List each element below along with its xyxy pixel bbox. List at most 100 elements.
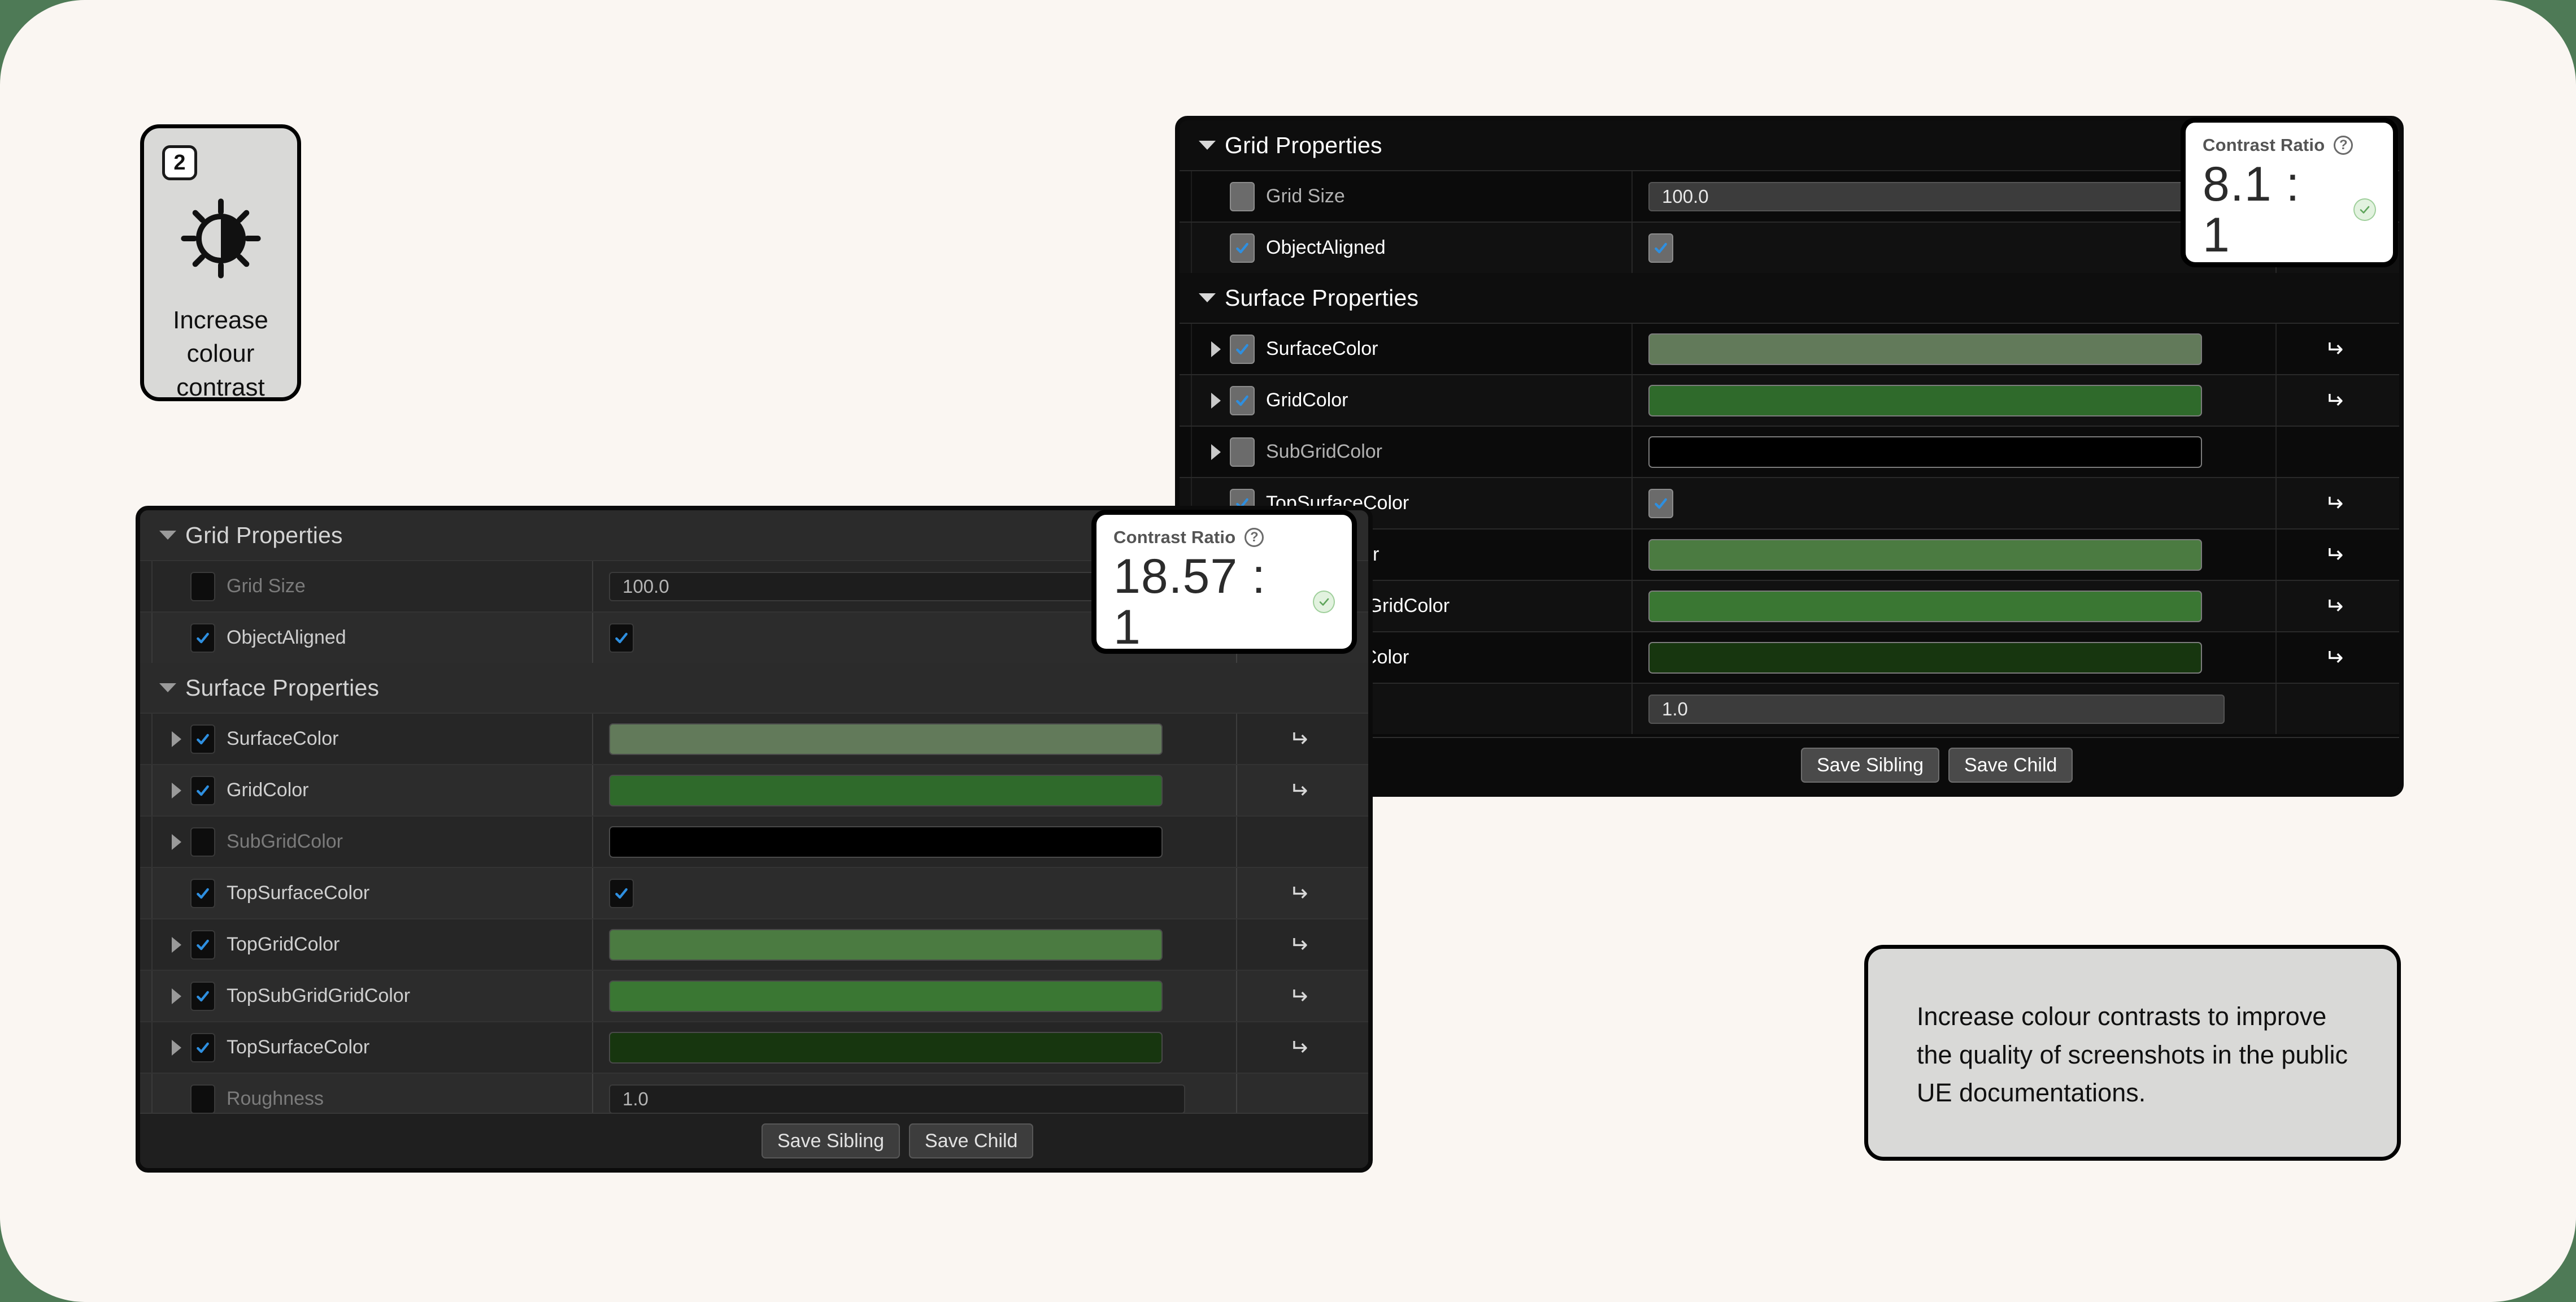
value-checkbox[interactable] xyxy=(1648,488,1673,518)
badge-value: 18.57 : 1 xyxy=(1113,549,1266,655)
expander-arrow-icon[interactable] xyxy=(1211,341,1221,357)
save-child-button[interactable]: Save Child xyxy=(909,1123,1034,1158)
category-header[interactable]: Surface Properties xyxy=(1180,273,2399,323)
property-enable-checkbox[interactable] xyxy=(1230,385,1255,415)
undo-arrow-icon[interactable]: ↵ xyxy=(1289,727,1308,752)
property-enable-checkbox[interactable] xyxy=(190,623,215,653)
category-header[interactable]: Surface Properties xyxy=(140,663,1368,713)
value-checkbox[interactable] xyxy=(609,878,634,908)
value-input[interactable]: 100.0 xyxy=(1648,181,2225,211)
color-swatch[interactable] xyxy=(609,980,1163,1012)
reset-cell[interactable]: ↵ xyxy=(1236,868,1360,918)
expander-arrow-icon[interactable] xyxy=(1211,444,1221,460)
property-enable-checkbox[interactable] xyxy=(190,571,215,601)
help-icon[interactable]: ? xyxy=(1245,528,1264,547)
color-swatch[interactable] xyxy=(609,928,1163,961)
reset-cell[interactable]: ↵ xyxy=(1236,971,1360,1021)
chevron-down-icon[interactable] xyxy=(1199,293,1216,302)
reset-cell[interactable] xyxy=(1236,817,1360,867)
table-row[interactable]: TopGridColor ↵ xyxy=(140,918,1368,970)
undo-arrow-icon[interactable]: ↵ xyxy=(1289,881,1308,906)
reset-cell[interactable]: ↵ xyxy=(2275,375,2391,426)
table-row[interactable]: TopSurfaceColor ↵ xyxy=(140,867,1368,918)
expander-arrow-icon[interactable] xyxy=(172,782,181,798)
reset-cell[interactable]: ↵ xyxy=(2275,530,2391,580)
reset-cell[interactable]: ↵ xyxy=(2275,478,2391,528)
badge-title: Contrast Ratio xyxy=(1113,527,1236,547)
reset-cell[interactable]: ↵ xyxy=(2275,632,2391,683)
color-swatch[interactable] xyxy=(609,723,1163,755)
color-swatch[interactable] xyxy=(1648,641,2202,674)
property-enable-checkbox[interactable] xyxy=(190,1032,215,1062)
table-row[interactable]: SurfaceColor ↵ xyxy=(140,713,1368,764)
reset-cell[interactable]: ↵ xyxy=(2275,581,2391,631)
property-enable-checkbox[interactable] xyxy=(1230,181,1255,211)
property-name-cell: TopGridColor xyxy=(140,919,592,970)
table-row[interactable]: SurfaceColor ↵ xyxy=(1180,323,2399,374)
property-enable-checkbox[interactable] xyxy=(1230,437,1255,467)
reset-cell[interactable]: ↵ xyxy=(1236,765,1360,815)
undo-arrow-icon[interactable]: ↵ xyxy=(2325,388,2344,413)
reset-cell[interactable]: ↵ xyxy=(1236,919,1360,970)
property-label: SubGridColor xyxy=(1266,441,1382,462)
save-child-button[interactable]: Save Child xyxy=(1948,748,2073,783)
chevron-down-icon[interactable] xyxy=(159,683,176,692)
value-checkbox[interactable] xyxy=(1648,233,1673,263)
table-row[interactable]: TopSurfaceColor ↵ xyxy=(140,1021,1368,1073)
undo-arrow-icon[interactable]: ↵ xyxy=(2325,645,2344,670)
help-icon[interactable]: ? xyxy=(2334,136,2353,155)
property-label: Grid Size xyxy=(227,575,306,597)
property-enable-checkbox[interactable] xyxy=(190,981,215,1011)
property-value-cell xyxy=(592,971,1236,1021)
color-swatch[interactable] xyxy=(609,774,1163,806)
table-row[interactable]: SubGridColor xyxy=(140,815,1368,867)
reset-cell[interactable] xyxy=(2275,427,2391,477)
expander-arrow-icon[interactable] xyxy=(172,834,181,850)
save-sibling-button[interactable]: Save Sibling xyxy=(1801,748,1940,783)
color-swatch[interactable] xyxy=(609,826,1163,858)
property-enable-checkbox[interactable] xyxy=(190,878,215,908)
table-row[interactable]: GridColor ↵ xyxy=(140,764,1368,815)
undo-arrow-icon[interactable]: ↵ xyxy=(1289,932,1308,957)
save-sibling-button[interactable]: Save Sibling xyxy=(762,1123,900,1158)
table-row[interactable]: TopSubGridGridColor ↵ xyxy=(140,970,1368,1021)
property-enable-checkbox[interactable] xyxy=(190,775,215,805)
expander-arrow-icon[interactable] xyxy=(172,988,181,1004)
color-swatch[interactable] xyxy=(1648,436,2202,468)
chevron-down-icon[interactable] xyxy=(159,531,176,540)
table-row[interactable]: SubGridColor xyxy=(1180,426,2399,477)
color-swatch[interactable] xyxy=(1648,384,2202,416)
undo-arrow-icon[interactable]: ↵ xyxy=(1289,984,1308,1009)
reset-cell[interactable]: ↵ xyxy=(1236,714,1360,764)
undo-arrow-icon[interactable]: ↵ xyxy=(2325,337,2344,362)
reset-cell[interactable]: ↵ xyxy=(1236,1022,1360,1073)
color-swatch[interactable] xyxy=(1648,590,2202,622)
reset-cell[interactable]: ↵ xyxy=(2275,324,2391,374)
undo-arrow-icon[interactable]: ↵ xyxy=(1289,778,1308,803)
undo-arrow-icon[interactable]: ↵ xyxy=(1289,1035,1308,1060)
property-enable-checkbox[interactable] xyxy=(1230,233,1255,263)
value-checkbox[interactable] xyxy=(609,623,634,653)
color-swatch[interactable] xyxy=(1648,539,2202,571)
chevron-down-icon[interactable] xyxy=(1199,141,1216,150)
property-enable-checkbox[interactable] xyxy=(190,724,215,754)
expander-arrow-icon[interactable] xyxy=(172,936,181,953)
undo-arrow-icon[interactable]: ↵ xyxy=(2325,594,2344,619)
expander-arrow-icon[interactable] xyxy=(172,731,181,747)
property-value-cell xyxy=(592,868,1236,918)
property-enable-checkbox[interactable] xyxy=(190,827,215,857)
value-input[interactable]: 1.0 xyxy=(1648,694,2225,724)
undo-arrow-icon[interactable]: ↵ xyxy=(2325,491,2344,516)
undo-arrow-icon[interactable]: ↵ xyxy=(2325,542,2344,567)
expander-arrow-icon[interactable] xyxy=(172,1039,181,1056)
color-swatch[interactable] xyxy=(609,1031,1163,1064)
table-row[interactable]: GridColor ↵ xyxy=(1180,374,2399,426)
reset-cell[interactable] xyxy=(2275,684,2391,734)
property-enable-checkbox[interactable] xyxy=(190,1084,215,1114)
value-input[interactable]: 1.0 xyxy=(609,1084,1185,1114)
property-enable-checkbox[interactable] xyxy=(1230,334,1255,364)
color-swatch[interactable] xyxy=(1648,333,2202,365)
expander-arrow-icon[interactable] xyxy=(1211,392,1221,409)
property-enable-checkbox[interactable] xyxy=(190,930,215,960)
property-label: GridColor xyxy=(227,779,309,801)
